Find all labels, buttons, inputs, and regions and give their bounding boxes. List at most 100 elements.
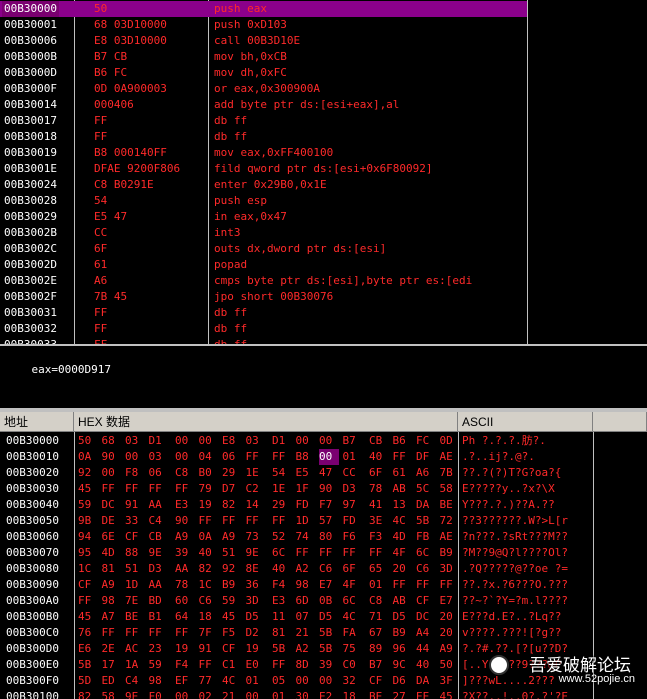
hex-byte[interactable]: D1 — [272, 433, 292, 449]
hex-byte[interactable]: 19 — [199, 497, 219, 513]
hex-byte[interactable]: CF — [78, 577, 98, 593]
hex-byte[interactable]: 82 — [222, 497, 242, 513]
dump-header-address[interactable]: 地址 — [0, 412, 74, 432]
dump-row[interactable]: 00B30000 50 68 03 D1 00 00 E8 03 D1 00 00 B7 CB B6 FC 0D… — [0, 433, 647, 449]
hex-byte[interactable]: 03 — [149, 449, 169, 465]
hex-byte[interactable]: E0 — [246, 657, 266, 673]
disasm-row[interactable]: 00B30028 54 push esp — [0, 193, 527, 209]
hex-byte[interactable]: 98 — [102, 593, 122, 609]
hex-byte[interactable]: 98 — [149, 673, 169, 689]
hex-byte[interactable]: 59 — [149, 657, 169, 673]
hex-byte[interactable]: ED — [102, 673, 122, 689]
hex-byte[interactable]: FF — [272, 449, 292, 465]
hex-byte[interactable]: 40 — [369, 449, 389, 465]
hex-byte[interactable]: 9C — [393, 657, 413, 673]
hex-byte[interactable]: B6 — [393, 433, 413, 449]
disasm-row[interactable]: 00B3000D B6 FC mov dh,0xFC — [0, 65, 527, 81]
hex-byte[interactable]: 44 — [416, 641, 436, 657]
disasm-row[interactable]: 00B3000F 0D 0A900003 or eax,0x300900A — [0, 81, 527, 97]
hex-byte[interactable]: 6C — [416, 545, 436, 561]
dump-row[interactable]: 00B30020 92 00 F8 06 C8 B0 29 1E 54 E5 47 CC 6F 61 A6 7B… — [0, 465, 647, 481]
dump-header-ascii[interactable]: ASCII — [458, 412, 593, 432]
hex-byte[interactable]: B7 — [343, 433, 363, 449]
hex-byte[interactable]: D6 — [393, 673, 413, 689]
disasm-row[interactable]: 00B30031 FF db ff — [0, 305, 527, 321]
hex-byte[interactable]: 5B — [319, 625, 339, 641]
hex-byte[interactable]: 6F — [369, 465, 389, 481]
hex-byte[interactable]: E7 — [440, 593, 460, 609]
hex-byte[interactable]: 00 — [199, 433, 219, 449]
hex-byte[interactable]: C0 — [343, 657, 363, 673]
hex-byte[interactable]: 82 — [78, 689, 98, 699]
hex-byte[interactable]: 92 — [222, 561, 242, 577]
hex-byte[interactable]: 65 — [369, 561, 389, 577]
hex-byte[interactable]: 6C — [272, 545, 292, 561]
hex-byte[interactable]: 94 — [78, 529, 98, 545]
dump-row[interactable]: 00B300C0 76 FF FF FF FF 7F F5 D2 81 21 5B FA 67 B9 A4 20… — [0, 625, 647, 641]
hex-byte[interactable]: FF — [272, 657, 292, 673]
hex-byte[interactable]: FD — [296, 497, 316, 513]
hex-byte[interactable]: 40 — [416, 657, 436, 673]
hex-byte[interactable]: 73 — [246, 529, 266, 545]
hex-byte[interactable]: 74 — [296, 529, 316, 545]
hex-byte[interactable]: 78 — [175, 577, 195, 593]
hex-byte[interactable]: FF — [199, 657, 219, 673]
hex-byte[interactable]: 4D — [102, 545, 122, 561]
hex-byte[interactable]: 33 — [125, 513, 145, 529]
hex-byte[interactable]: FF — [246, 513, 266, 529]
hex-byte[interactable]: F0 — [149, 689, 169, 699]
hex-byte[interactable]: C2 — [246, 481, 266, 497]
hex-byte[interactable]: 36 — [246, 577, 266, 593]
hex-byte[interactable]: 5B — [319, 641, 339, 657]
hex-byte[interactable]: 0B — [319, 593, 339, 609]
hex-byte[interactable]: 81 — [102, 561, 122, 577]
hex-byte[interactable]: 72 — [440, 513, 460, 529]
hex-byte[interactable]: 96 — [393, 641, 413, 657]
hex-byte[interactable]: 97 — [343, 497, 363, 513]
hex-byte[interactable]: 1C — [78, 561, 98, 577]
hex-byte[interactable]: FF — [440, 577, 460, 593]
hex-byte[interactable]: CC — [343, 465, 363, 481]
hex-byte[interactable]: 90 — [102, 449, 122, 465]
hex-byte[interactable]: 57 — [319, 513, 339, 529]
hex-byte[interactable]: A2 — [296, 561, 316, 577]
hex-byte[interactable]: 7B — [440, 465, 460, 481]
hex-byte[interactable]: C8 — [369, 593, 389, 609]
hex-byte[interactable]: 8D — [296, 657, 316, 673]
hex-byte[interactable]: FF — [222, 513, 242, 529]
hex-byte[interactable]: 4C — [393, 513, 413, 529]
hex-byte[interactable]: FF — [149, 625, 169, 641]
hex-byte[interactable]: 54 — [272, 465, 292, 481]
hex-byte[interactable]: 92 — [78, 465, 98, 481]
hex-byte[interactable]: D7 — [222, 481, 242, 497]
hex-byte[interactable]: 80 — [319, 529, 339, 545]
hex-byte[interactable]: 58 — [102, 689, 122, 699]
hex-byte[interactable]: 58 — [440, 481, 460, 497]
disasm-row[interactable]: 00B3002F 7B 45 jpo short 00B30076 — [0, 289, 527, 305]
hex-byte[interactable]: D5 — [246, 609, 266, 625]
hex-byte[interactable]: 51 — [222, 545, 242, 561]
hex-byte[interactable]: 39 — [175, 545, 195, 561]
hex-byte[interactable]: B9 — [440, 545, 460, 561]
hex-byte[interactable]: 00 — [125, 449, 145, 465]
hex-byte[interactable]: 82 — [199, 561, 219, 577]
hex-byte[interactable]: 3F — [440, 673, 460, 689]
hex-byte[interactable]: 45 — [440, 689, 460, 699]
hex-byte[interactable]: FF — [296, 545, 316, 561]
hex-byte[interactable]: 1E — [246, 465, 266, 481]
hex-byte[interactable]: 78 — [369, 481, 389, 497]
dump-row[interactable]: 00B30060 94 6E CF CB A9 0A A9 73 52 74 80 F6 F3 4D FB AE… — [0, 529, 647, 545]
hex-byte[interactable]: C6 — [199, 593, 219, 609]
hex-byte[interactable]: 00 — [246, 689, 266, 699]
hex-byte[interactable]: 06 — [222, 449, 242, 465]
disasm-row[interactable]: 00B30001 68 03D10000 push 0xD103 — [0, 17, 527, 33]
hex-byte[interactable]: D1 — [149, 433, 169, 449]
hex-byte[interactable]: BE — [125, 609, 145, 625]
hex-byte[interactable]: 75 — [343, 641, 363, 657]
hex-byte[interactable]: 1E — [272, 481, 292, 497]
hex-byte[interactable]: 7F — [199, 625, 219, 641]
hex-byte[interactable]: 64 — [175, 609, 195, 625]
hex-byte[interactable]: 39 — [319, 657, 339, 673]
disasm-row[interactable]: 00B30019 B8 000140FF mov eax,0xFF400100 — [0, 145, 527, 161]
hex-byte[interactable]: 14 — [246, 497, 266, 513]
